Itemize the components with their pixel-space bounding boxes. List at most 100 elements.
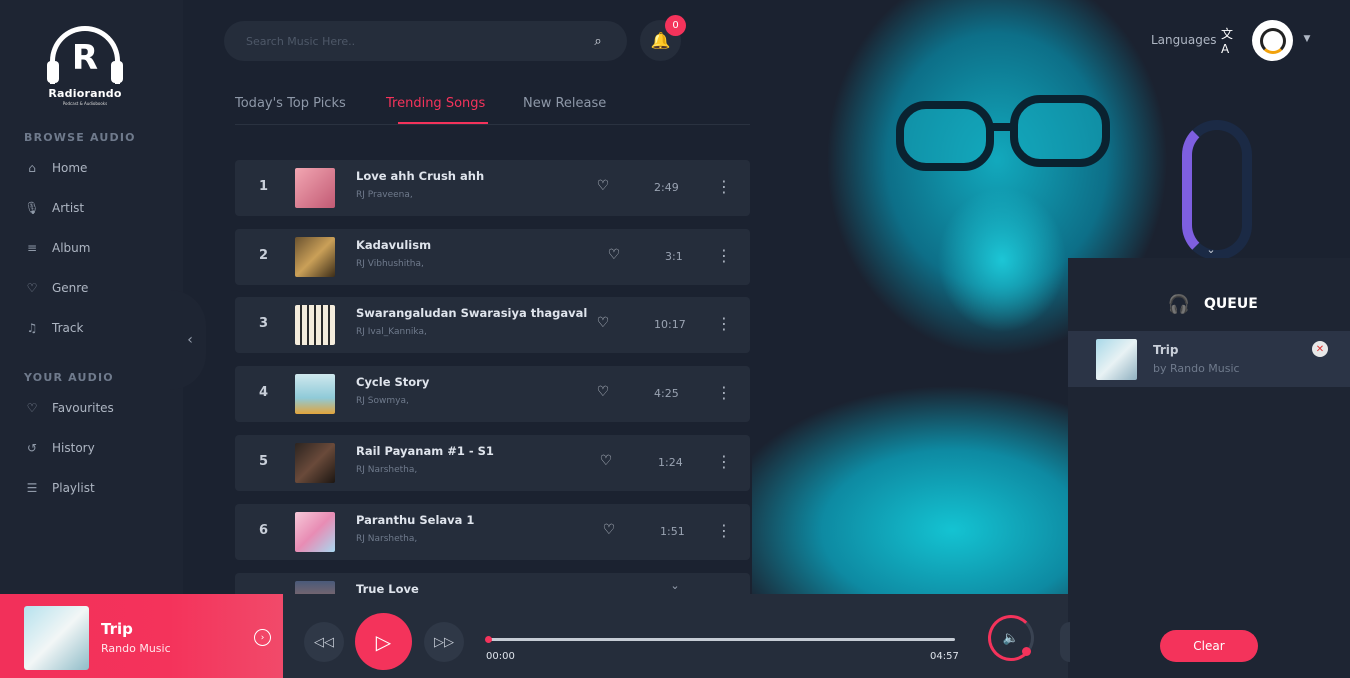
song-row[interactable]: 6 Paranthu Selava 1 RJ Narshetha, ♡ 1:51… [235, 504, 750, 560]
clear-queue-button[interactable]: Clear [1160, 630, 1258, 662]
queue-header: 🎧 QUEUE [1166, 292, 1258, 316]
logo-mark: R [71, 38, 99, 78]
now-playing-title: Trip [101, 620, 133, 638]
song-number: 5 [259, 454, 269, 469]
favourite-heart-icon[interactable]: ♡ [606, 247, 622, 263]
song-number: 1 [259, 179, 269, 194]
remove-from-queue-icon[interactable]: ✕ [1312, 341, 1328, 357]
song-row[interactable]: 3 Swarangaludan Swarasiya thagaval RJ Iv… [235, 297, 750, 353]
hero-glasses-shape [896, 95, 1110, 171]
more-options-icon[interactable]: ⋮ [716, 519, 732, 541]
sidebar-item-label: Genre [52, 281, 89, 295]
sidebar-collapse-chevron-icon[interactable]: ‹ [180, 328, 200, 352]
bell-icon: 🔔 [650, 31, 671, 50]
sidebar-item-label: Home [52, 161, 88, 175]
search-input[interactable] [246, 34, 591, 48]
queue-item-title: Trip [1153, 343, 1179, 357]
song-artist: RJ Ival_Kannika, [356, 327, 427, 337]
song-title[interactable]: Paranthu Selava 1 [356, 513, 474, 527]
favourite-heart-icon[interactable]: ♡ [598, 453, 614, 469]
favourite-heart-icon[interactable]: ♡ [601, 522, 617, 538]
more-options-icon[interactable]: ⋮ [716, 450, 732, 472]
sidebar-item-track[interactable]: ♫ Track [24, 318, 84, 338]
sidebar-item-home[interactable]: ⌂ Home [24, 158, 87, 178]
song-row[interactable]: 1 Love ahh Crush ahh RJ Praveena, ♡ 2:49… [235, 160, 750, 216]
brand-name: Radiorando [48, 87, 122, 100]
song-title[interactable]: Cycle Story [356, 375, 429, 389]
browse-audio-title: BROWSE AUDIO [24, 131, 136, 144]
song-title[interactable]: Love ahh Crush ahh [356, 169, 484, 183]
song-artist: RJ Narshetha, [356, 465, 418, 475]
sidebar-item-album[interactable]: ≡ Album [24, 238, 91, 258]
genre-icon: ♡ [26, 281, 38, 295]
favourite-heart-icon[interactable]: ♡ [595, 315, 611, 331]
current-time: 00:00 [486, 651, 515, 662]
more-controls-button[interactable] [1060, 622, 1070, 662]
next-button[interactable]: ▷▷ [424, 622, 464, 662]
song-title[interactable]: Rail Payanam #1 - S1 [356, 444, 494, 458]
home-icon: ⌂ [28, 161, 36, 175]
now-playing-panel[interactable]: Trip Rando Music › [0, 594, 283, 678]
play-icon: ▷ [375, 629, 392, 654]
sidebar-item-label: Favourites [52, 401, 114, 415]
search-bar[interactable]: ⌕ [224, 21, 627, 61]
queue-item-cover [1096, 339, 1137, 380]
queue-item-subtitle: by Rando Music [1153, 362, 1240, 375]
sidebar-item-artist[interactable]: 🎙 Artist [24, 198, 84, 218]
favourite-heart-icon[interactable]: ♡ [595, 384, 611, 400]
volume-control[interactable]: 🔈 [988, 615, 1034, 661]
sidebar-item-label: Playlist [52, 481, 95, 495]
song-row[interactable]: 5 Rail Payanam #1 - S1 RJ Narshetha, ♡ 1… [235, 435, 750, 491]
song-row[interactable]: 4 Cycle Story RJ Sowmya, ♡ 4:25 ⋮ [235, 366, 750, 422]
song-duration: 3:1 [665, 250, 683, 263]
sidebar-item-playlist[interactable]: ☰ Playlist [24, 478, 95, 498]
song-artist: RJ Sowmya, [356, 396, 409, 406]
more-options-icon[interactable]: ⋮ [716, 175, 732, 197]
song-duration: 2:49 [654, 181, 679, 194]
more-options-icon[interactable]: ⋮ [716, 381, 732, 403]
progress-bar[interactable] [485, 636, 955, 643]
song-number: 4 [259, 385, 269, 400]
chevron-right-icon[interactable]: › [254, 629, 271, 646]
sidebar-item-label: Track [52, 321, 84, 335]
song-row[interactable]: 2 Kadavulism RJ Vibhushitha, ♡ 3:1 ⋮ [235, 229, 750, 285]
sidebar-item-favourites[interactable]: ♡ Favourites [24, 398, 114, 418]
queue-collapse-chevron-icon[interactable]: ⌄ [1204, 242, 1218, 256]
song-title[interactable]: Swarangaludan Swarasiya thagaval [356, 306, 587, 320]
sidebar-item-label: History [52, 441, 95, 455]
song-artist: RJ Narshetha, [356, 534, 418, 544]
brand-logo[interactable]: R Radiorando Podcast & Audiobooks [44, 26, 126, 106]
queue-item[interactable]: Trip by Rando Music ✕ [1068, 331, 1350, 387]
more-options-icon[interactable]: ⋮ [716, 244, 732, 266]
more-options-icon[interactable]: ⋮ [716, 312, 732, 334]
play-button[interactable]: ▷ [355, 613, 412, 670]
volume-handle[interactable] [1022, 647, 1031, 656]
tab-todays-top-picks[interactable]: Today's Top Picks [235, 96, 346, 111]
song-cover [295, 374, 335, 414]
scroll-down-chevron-icon[interactable]: ⌄ [668, 578, 682, 592]
previous-button[interactable]: ◁◁ [304, 622, 344, 662]
song-title[interactable]: Kadavulism [356, 238, 431, 252]
song-number: 2 [259, 248, 269, 263]
queue-title: QUEUE [1204, 296, 1258, 312]
tab-new-release[interactable]: New Release [523, 96, 606, 111]
fast-forward-icon: ▷▷ [434, 634, 454, 650]
logo-headphone-icon: R [47, 26, 123, 84]
chevron-down-icon[interactable]: ▼ [1302, 34, 1312, 44]
song-title[interactable]: True Love [356, 582, 419, 594]
translate-icon[interactable]: 文A [1221, 27, 1237, 56]
song-number: 6 [259, 523, 269, 538]
sidebar-item-genre[interactable]: ♡ Genre [24, 278, 89, 298]
search-icon[interactable]: ⌕ [591, 34, 605, 49]
tab-trending-songs[interactable]: Trending Songs [386, 96, 485, 111]
progress-handle[interactable] [485, 636, 492, 643]
total-time: 04:57 [930, 651, 959, 662]
languages-label[interactable]: Languages [1151, 33, 1216, 47]
song-artist: RJ Praveena, [356, 190, 413, 200]
favourite-heart-icon[interactable]: ♡ [595, 178, 611, 194]
sidebar-item-history[interactable]: ↺ History [24, 438, 95, 458]
avatar[interactable] [1252, 20, 1293, 61]
headphones-icon: 🎧 [1167, 293, 1191, 315]
brand-tagline: Podcast & Audiobooks [62, 101, 108, 106]
song-artist: RJ Vibhushitha, [356, 259, 424, 269]
